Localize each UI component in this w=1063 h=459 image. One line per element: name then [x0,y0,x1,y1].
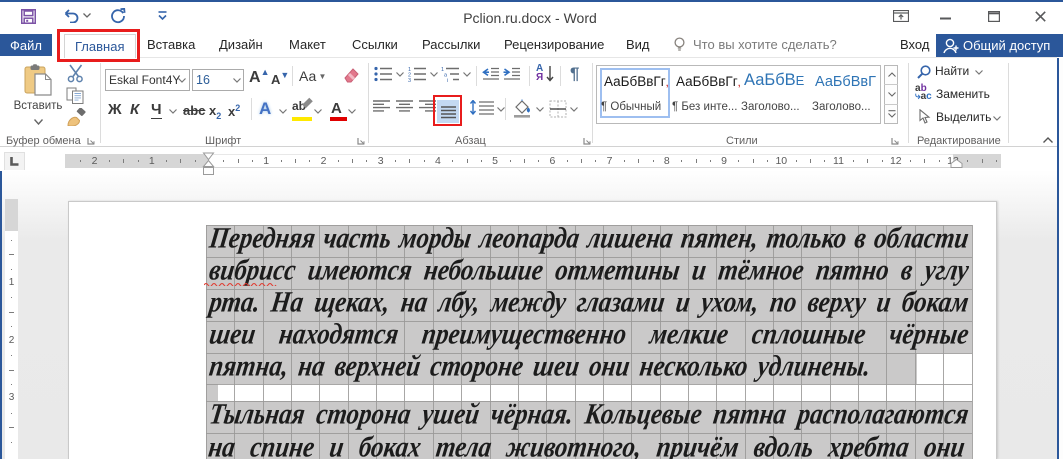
svg-text:3: 3 [408,78,411,82]
svg-text:i: i [447,78,448,82]
